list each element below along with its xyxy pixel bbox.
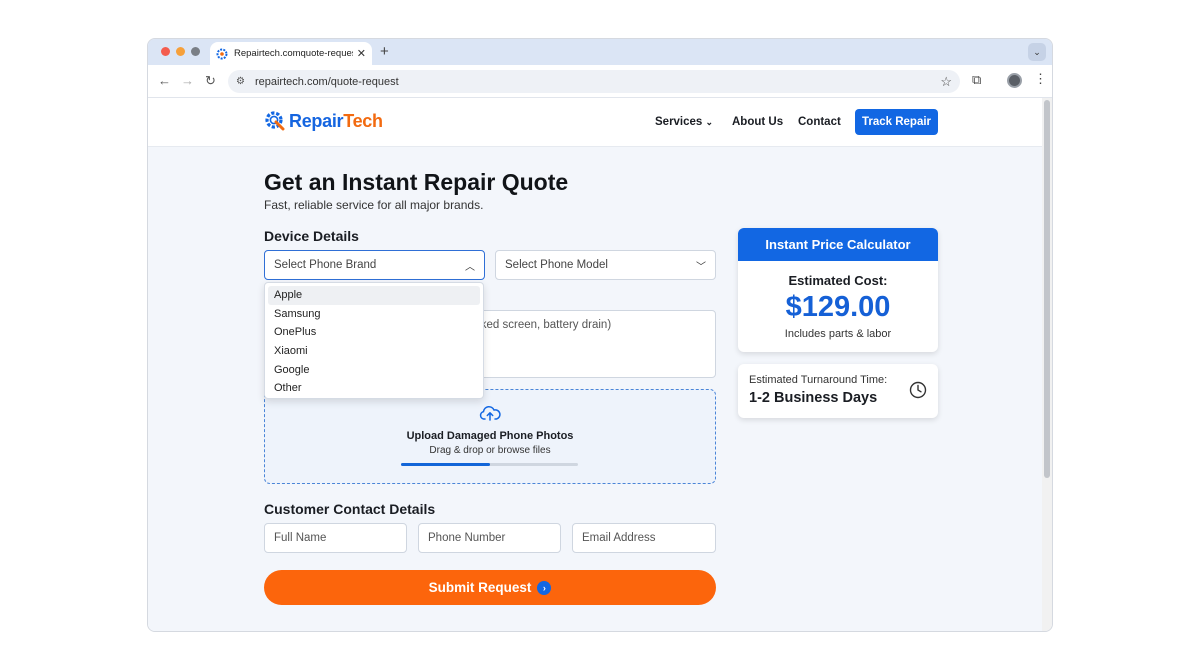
cloud-upload-icon (479, 406, 501, 421)
site-logo[interactable]: RepairTech (264, 110, 383, 132)
issue-placeholder: cked screen, battery drain) (475, 319, 612, 331)
page-title: Get an Instant Repair Quote (264, 169, 569, 195)
nav-services[interactable]: Services ⌄ (655, 116, 713, 128)
page-subtitle: Fast, reliable service for all major bra… (264, 198, 484, 212)
device-details-heading: Device Details (264, 228, 359, 244)
favicon-gear-icon (216, 48, 228, 59)
reload-icon[interactable]: ↻ (205, 73, 216, 89)
submit-request-button[interactable]: Submit Request › (264, 570, 716, 605)
gear-wrench-logo-icon (265, 111, 285, 131)
forward-arrow-icon[interactable]: → (181, 73, 194, 88)
upload-subtitle: Drag & drop or browse files (429, 445, 551, 456)
chevron-right-icon: › (537, 580, 552, 595)
url-text: repairtech.com/quote-request (254, 75, 399, 88)
nav-contact[interactable]: Contact (798, 116, 841, 128)
url-field[interactable]: ⚙ repairtech.com/quote-request ☆ (228, 70, 960, 93)
full-name-field[interactable]: Full Name (264, 523, 407, 553)
email-placeholder: Email Address (582, 532, 656, 544)
minimize-window-button[interactable] (176, 47, 185, 56)
logo-text: RepairTech (289, 111, 383, 132)
turnaround-value: 1-2 Business Days (749, 390, 878, 406)
phone-brand-select[interactable]: Select Phone Brand ︿ (264, 250, 485, 280)
browser-tab[interactable]: Repairtech.comquote-request ✕ (210, 42, 372, 65)
turnaround-card: Estimated Turnaround Time: 1-2 Business … (738, 364, 938, 418)
close-window-button[interactable] (161, 47, 170, 56)
estimated-cost-label: Estimated Cost: (788, 273, 888, 288)
price-calculator-header: Instant Price Calculator (738, 228, 938, 261)
tab-search-chevron-icon[interactable]: ⌄ (1028, 43, 1046, 61)
nav-services-label: Services (655, 116, 703, 128)
brand-option[interactable]: OnePlus (268, 323, 480, 342)
chevron-down-icon: ﹀ (696, 261, 706, 273)
brand-option[interactable]: Apple (268, 286, 480, 305)
phone-model-select[interactable]: Select Phone Model ﹀ (495, 250, 716, 280)
tab-bar: Repairtech.comquote-request ✕ + ⌄ (148, 39, 1052, 65)
address-bar: ← → ↻ ⚙ repairtech.com/quote-request ☆ ⧉… (148, 65, 1052, 98)
brand-option[interactable]: Xiaomi (268, 342, 480, 361)
email-field[interactable]: Email Address (572, 523, 716, 553)
logo-text-tech: Tech (343, 110, 383, 131)
upload-progress-bar (401, 463, 578, 466)
price-calculator-card: Instant Price Calculator Estimated Cost:… (738, 228, 938, 352)
brand-dropdown-menu: Apple Samsung OnePlus Xiaomi Google Othe… (264, 282, 484, 399)
track-repair-button[interactable]: Track Repair (855, 109, 938, 135)
browser-window: Repairtech.comquote-request ✕ + ⌄ ← → ↻ … (147, 38, 1053, 632)
window-controls (161, 47, 200, 56)
upload-title: Upload Damaged Phone Photos (406, 430, 574, 442)
logo-text-repair: Repair (289, 110, 344, 131)
page-scrollbar[interactable] (1042, 98, 1052, 631)
estimated-cost-value: $129.00 (785, 291, 891, 323)
phone-number-placeholder: Phone Number (428, 532, 506, 544)
clock-icon (909, 381, 927, 399)
new-tab-button[interactable]: + (380, 43, 389, 60)
phone-number-field[interactable]: Phone Number (418, 523, 561, 553)
back-arrow-icon[interactable]: ← (158, 73, 171, 88)
price-note: Includes parts & labor (784, 328, 892, 340)
maximize-window-button[interactable] (191, 47, 200, 56)
contact-details-heading: Customer Contact Details (264, 501, 436, 517)
profile-avatar[interactable] (1007, 73, 1022, 88)
chevron-up-icon: ︿ (465, 261, 475, 273)
photo-upload-dropzone[interactable]: Upload Damaged Phone Photos Drag & drop … (264, 389, 716, 484)
tab-title: Repairtech.comquote-request (234, 48, 353, 59)
upload-progress-fill (401, 463, 490, 466)
turnaround-label: Estimated Turnaround Time: (749, 374, 888, 386)
brand-option[interactable]: Samsung (268, 305, 480, 324)
full-name-placeholder: Full Name (274, 532, 327, 544)
site-settings-icon[interactable]: ⚙ (236, 76, 245, 87)
page-viewport: RepairTech Services ⌄ About Us Contact T… (148, 98, 1044, 631)
chevron-down-icon: ⌄ (705, 117, 714, 127)
nav-about-us[interactable]: About Us (732, 116, 783, 128)
bookmark-star-icon[interactable]: ☆ (940, 74, 952, 90)
scrollbar-thumb[interactable] (1044, 100, 1050, 478)
extensions-puzzle-icon[interactable]: ⧉ (972, 72, 981, 88)
browser-menu-icon[interactable]: ⋮ (1034, 71, 1047, 87)
site-header: RepairTech Services ⌄ About Us Contact T… (148, 98, 1044, 147)
brand-option[interactable]: Google (268, 360, 480, 379)
tab-close-icon[interactable]: ✕ (357, 47, 366, 60)
phone-brand-value: Select Phone Brand (274, 259, 377, 271)
phone-model-value: Select Phone Model (505, 259, 608, 271)
brand-option[interactable]: Other (268, 379, 480, 398)
submit-label: Submit Request (428, 580, 532, 595)
